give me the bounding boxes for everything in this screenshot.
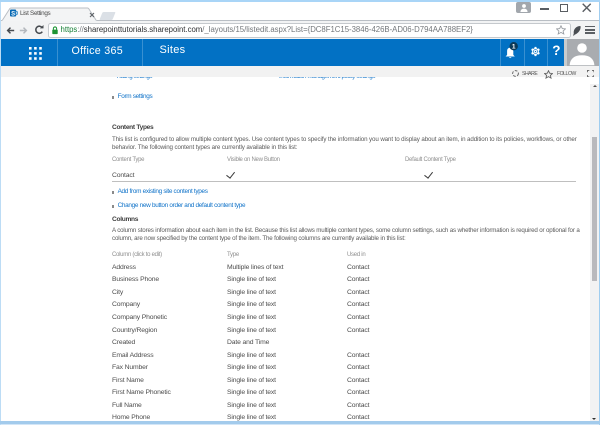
svg-text:1: 1 bbox=[511, 44, 515, 51]
svg-text:S: S bbox=[11, 11, 15, 17]
